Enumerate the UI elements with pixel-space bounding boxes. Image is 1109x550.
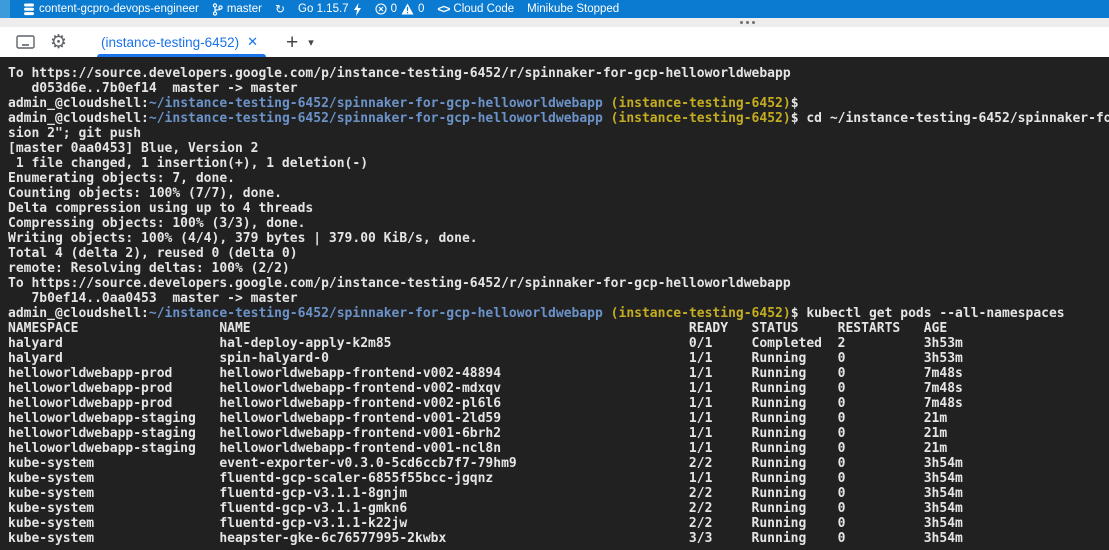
- minikube-status-label: Minikube Stopped: [527, 3, 619, 15]
- warning-icon: [401, 3, 414, 15]
- pods-table-row: kube-system fluentd-gcp-v3.1.1-k22jw 2/2…: [8, 516, 1109, 531]
- terminal-line: 7b0ef14..0aa0453 master -> master: [8, 291, 1109, 306]
- pods-table-row: halyard hal-deploy-apply-k2m85 0/1 Compl…: [8, 336, 1109, 351]
- pods-table-row: kube-system event-exporter-v0.3.0-5cd6cc…: [8, 456, 1109, 471]
- terminal-line: Enumerating objects: 7, done.: [8, 171, 1109, 186]
- terminal-line: 1 file changed, 1 insertion(+), 1 deleti…: [8, 156, 1109, 171]
- database-icon: [23, 3, 35, 16]
- status-bar: content-gcpro-devops-engineer master ↻ G…: [0, 0, 1109, 18]
- pods-table-row: helloworldwebapp-prod helloworldwebapp-f…: [8, 366, 1109, 381]
- pods-table-row: kube-system fluentd-gcp-scaler-6855f55bc…: [8, 471, 1109, 486]
- go-version: Go 1.15.7: [298, 3, 349, 15]
- prompt-line: admin_@cloudshell:~/instance-testing-645…: [8, 96, 1109, 111]
- error-icon: [375, 3, 387, 15]
- new-tab-button[interactable]: +: [286, 32, 298, 53]
- sync-icon: ↻: [275, 3, 285, 15]
- git-branch-indicator[interactable]: master: [212, 3, 262, 16]
- terminal-line: To https://source.developers.google.com/…: [8, 276, 1109, 291]
- panel-drag-handle[interactable]: [740, 21, 755, 24]
- cloud-code-indicator[interactable]: <> Cloud Code: [437, 2, 514, 16]
- terminal-line: Counting objects: 100% (7/7), done.: [8, 186, 1109, 201]
- git-branch-icon: [212, 3, 223, 16]
- chevron-down-icon[interactable]: ▾: [308, 36, 314, 49]
- tab-label: (instance-testing-6452): [101, 35, 239, 50]
- warning-count: 0: [418, 3, 424, 15]
- pods-table-row: kube-system fluentd-gcp-v3.1.1-8gnjm 2/2…: [8, 486, 1109, 501]
- pods-table-row: helloworldwebapp-staging helloworldwebap…: [8, 411, 1109, 426]
- terminal-line: Compressing objects: 100% (3/3), done.: [8, 216, 1109, 231]
- project-name: content-gcpro-devops-engineer: [39, 3, 199, 15]
- terminal-line: Writing objects: 100% (4/4), 379 bytes |…: [8, 231, 1109, 246]
- terminal-line: Delta compression using up to 4 threads: [8, 201, 1109, 216]
- terminal-line: d053d6e..7b0ef14 master -> master: [8, 81, 1109, 96]
- terminal-line: [master 0aa0453] Blue, Version 2: [8, 141, 1109, 156]
- terminal-panel[interactable]: To https://source.developers.google.com/…: [0, 57, 1109, 550]
- settings-gear-icon[interactable]: ⚙: [50, 31, 67, 53]
- lightning-icon: [353, 3, 362, 16]
- error-count: 0: [391, 3, 397, 15]
- panel-divider: [0, 18, 1109, 27]
- prompt-line: admin_@cloudshell:~/instance-testing-645…: [8, 111, 1109, 126]
- terminal-output: To https://source.developers.google.com/…: [8, 66, 1109, 546]
- keyboard-icon[interactable]: [16, 35, 35, 49]
- cloud-shell-window: content-gcpro-devops-engineer master ↻ G…: [0, 0, 1109, 550]
- sync-button[interactable]: ↻: [275, 3, 285, 15]
- pods-table-row: helloworldwebapp-staging helloworldwebap…: [8, 426, 1109, 441]
- terminal-line: To https://source.developers.google.com/…: [8, 66, 1109, 81]
- pods-table-row: helloworldwebapp-prod helloworldwebapp-f…: [8, 381, 1109, 396]
- pods-table-header: NAMESPACE NAME READY STATUS RESTARTS AGE: [8, 321, 1109, 336]
- go-version-indicator[interactable]: Go 1.15.7: [298, 3, 362, 16]
- pods-table-row: halyard spin-halyard-0 1/1 Running 0 3h5…: [8, 351, 1109, 366]
- pods-table-row: kube-system fluentd-gcp-v3.1.1-gmkn6 2/2…: [8, 501, 1109, 516]
- problems-indicator[interactable]: 0 0: [375, 3, 425, 15]
- terminal-line: remote: Resolving deltas: 100% (2/2): [8, 261, 1109, 276]
- cloud-code-label: Cloud Code: [453, 3, 514, 15]
- code-brackets-icon: <>: [437, 2, 449, 16]
- close-icon[interactable]: ✕: [247, 35, 258, 50]
- tab-instance-testing-6452[interactable]: (instance-testing-6452) ✕: [91, 27, 268, 57]
- terminal-tab-bar: ⚙ (instance-testing-6452) ✕ + ▾: [0, 27, 1109, 57]
- minikube-status[interactable]: Minikube Stopped: [527, 3, 619, 15]
- status-bar-accent: [0, 0, 10, 18]
- project-indicator[interactable]: content-gcpro-devops-engineer: [23, 3, 199, 16]
- terminal-line: sion 2"; git push: [8, 126, 1109, 141]
- pods-table-row: helloworldwebapp-staging helloworldwebap…: [8, 441, 1109, 456]
- pods-table-row: kube-system heapster-gke-6c76577995-2kwb…: [8, 531, 1109, 546]
- terminal-line: Total 4 (delta 2), reused 0 (delta 0): [8, 246, 1109, 261]
- pods-table-row: helloworldwebapp-prod helloworldwebapp-f…: [8, 396, 1109, 411]
- branch-name: master: [227, 3, 262, 15]
- prompt-line: admin_@cloudshell:~/instance-testing-645…: [8, 306, 1109, 321]
